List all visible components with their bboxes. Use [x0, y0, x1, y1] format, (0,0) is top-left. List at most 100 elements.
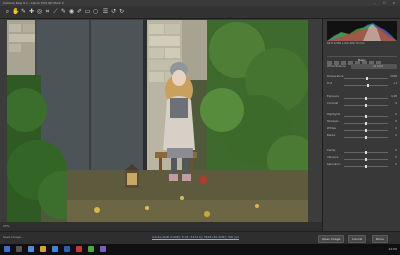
tint-slider[interactable]	[344, 84, 388, 87]
slider-value[interactable]: 0	[395, 113, 397, 116]
spot-removal-tool-icon[interactable]: ✎	[60, 8, 67, 15]
slider-row-contrast: Contrast 0	[327, 102, 397, 107]
slider-row-temperature: Temperature 5000	[327, 75, 397, 80]
shadows-slider[interactable]	[344, 122, 388, 125]
contrast-slider[interactable]	[344, 104, 388, 107]
blacks-slider[interactable]	[344, 136, 388, 139]
exif-info: f/2.8 1/250 s ISO 400 70 mm	[327, 42, 365, 45]
preferences-tool-icon[interactable]: ☰	[102, 8, 109, 15]
highlights-slider[interactable]	[344, 115, 388, 118]
app-icon-red[interactable]	[76, 246, 82, 252]
straighten-tool-icon[interactable]: ⟋	[52, 8, 59, 15]
radial-filter-tool-icon[interactable]: ○	[92, 8, 99, 15]
slider-label: Exposure	[327, 95, 340, 98]
slider-label: Highlights	[327, 113, 341, 116]
slider-knob[interactable]	[365, 97, 367, 100]
open-image-button[interactable]: Open Image	[318, 235, 345, 243]
slider-value[interactable]: 0	[395, 163, 397, 166]
slider-label: Vibrance	[327, 156, 339, 159]
zoom-level[interactable]: 25%	[3, 222, 10, 231]
adjustment-brush-tool-icon[interactable]: ✐	[76, 8, 83, 15]
vibrance-slider[interactable]	[344, 158, 388, 161]
white-balance-tool-icon[interactable]: ✎	[20, 8, 27, 15]
slider-knob[interactable]	[365, 165, 367, 168]
slider-label: Clarity	[327, 149, 336, 152]
slider-row-clarity: Clarity 0	[327, 149, 397, 154]
slider-label: Shadows	[327, 120, 339, 123]
slider-knob[interactable]	[365, 122, 367, 125]
white-balance-label: White Balance	[327, 65, 346, 68]
slider-value[interactable]: 0	[395, 149, 397, 152]
slider-row-highlights: Highlights 0	[327, 113, 397, 118]
saturation-slider[interactable]	[344, 165, 388, 168]
slider-value[interactable]: 0	[395, 156, 397, 159]
browser-icon[interactable]	[52, 246, 58, 252]
workflow-options-link[interactable]: Adobe RGB (1998); 8 bit; 5472 by 3648 (2…	[152, 235, 239, 239]
slider-value[interactable]: 0.00	[391, 95, 397, 98]
rotate-right-icon[interactable]: ↻	[118, 8, 125, 15]
done-button[interactable]: Done	[372, 235, 388, 243]
slider-value[interactable]: +3	[393, 82, 397, 85]
slider-value[interactable]: 0	[395, 134, 397, 137]
crop-tool-icon[interactable]: ⌗	[44, 8, 51, 15]
slider-value[interactable]: 5000	[390, 75, 397, 78]
app-icon-purple[interactable]	[100, 246, 106, 252]
slider-value[interactable]: 0	[395, 102, 397, 105]
dialog-footer: Save Image... Adobe RGB (1998); 8 bit; 5…	[0, 231, 400, 245]
slider-row-saturation: Saturation 0	[327, 163, 397, 168]
slider-row-vibrance: Vibrance 0	[327, 156, 397, 161]
graduated-filter-tool-icon[interactable]: ▭	[84, 8, 91, 15]
search-icon[interactable]	[16, 246, 22, 252]
hand-tool-icon[interactable]: ✋	[12, 8, 19, 15]
slider-row-tint: Tint +3	[327, 82, 397, 87]
slider-label: Whites	[327, 127, 336, 130]
slider-label: Blacks	[327, 134, 336, 137]
slider-label: Temperature	[327, 75, 344, 78]
save-image-button[interactable]: Save Image...	[3, 235, 24, 239]
window-title: Camera Raw 9.x - Canon EOS 6D Mark II	[3, 1, 64, 5]
start-icon[interactable]	[4, 246, 10, 252]
tool-bar: ⌕ ✋ ✎ ✚ ◎ ⌗ ⟋ ✎ ◉ ✐ ▭ ○ ☰ ↺ ↻	[0, 6, 400, 19]
slider-knob[interactable]	[365, 115, 367, 118]
whites-slider[interactable]	[344, 129, 388, 132]
clock[interactable]: 12:00	[388, 247, 397, 251]
slider-row-exposure: Exposure 0.00	[327, 95, 397, 100]
slider-knob[interactable]	[366, 77, 368, 80]
slider-value[interactable]: 0	[395, 127, 397, 130]
slider-knob[interactable]	[365, 136, 367, 139]
slider-knob[interactable]	[365, 158, 367, 161]
panel-tabs	[327, 50, 397, 65]
temperature-slider[interactable]	[344, 77, 388, 80]
section-title: Basic	[358, 58, 366, 62]
cancel-button[interactable]: Cancel	[348, 235, 367, 243]
clarity-slider[interactable]	[344, 151, 388, 154]
slider-knob[interactable]	[365, 104, 367, 107]
white-balance-value: As Shot	[373, 65, 383, 68]
slider-row-shadows: Shadows 0	[327, 120, 397, 125]
targeted-adjustment-tool-icon[interactable]: ◎	[36, 8, 43, 15]
slider-label: Saturation	[327, 163, 341, 166]
slider-label: Contrast	[327, 102, 339, 105]
exposure-slider[interactable]	[344, 97, 388, 100]
slider-knob[interactable]	[365, 129, 367, 132]
rotate-left-icon[interactable]: ↺	[110, 8, 117, 15]
slider-knob[interactable]	[365, 151, 367, 154]
slider-value[interactable]: 0	[395, 120, 397, 123]
slider-row-whites: Whites 0	[327, 127, 397, 132]
zoom-tool-icon[interactable]: ⌕	[4, 8, 11, 15]
slider-row-blacks: Blacks 0	[327, 134, 397, 139]
slider-label: Tint	[327, 82, 332, 85]
taskbar: 12:00	[0, 244, 400, 255]
slider-knob[interactable]	[367, 84, 369, 87]
task-view-icon[interactable]	[28, 246, 34, 252]
file-explorer-icon[interactable]	[40, 246, 46, 252]
status-row: 25%	[0, 222, 322, 231]
preview-image[interactable]	[7, 20, 308, 222]
color-sampler-tool-icon[interactable]: ✚	[28, 8, 35, 15]
white-balance-row: White Balance As Shot	[327, 64, 397, 70]
photoshop-icon[interactable]	[64, 246, 70, 252]
adjustments-panel: f/2.8 1/250 s ISO 400 70 mm Basic White …	[322, 19, 400, 231]
app-icon-green[interactable]	[88, 246, 94, 252]
red-eye-tool-icon[interactable]: ◉	[68, 8, 75, 15]
histogram	[327, 21, 397, 41]
